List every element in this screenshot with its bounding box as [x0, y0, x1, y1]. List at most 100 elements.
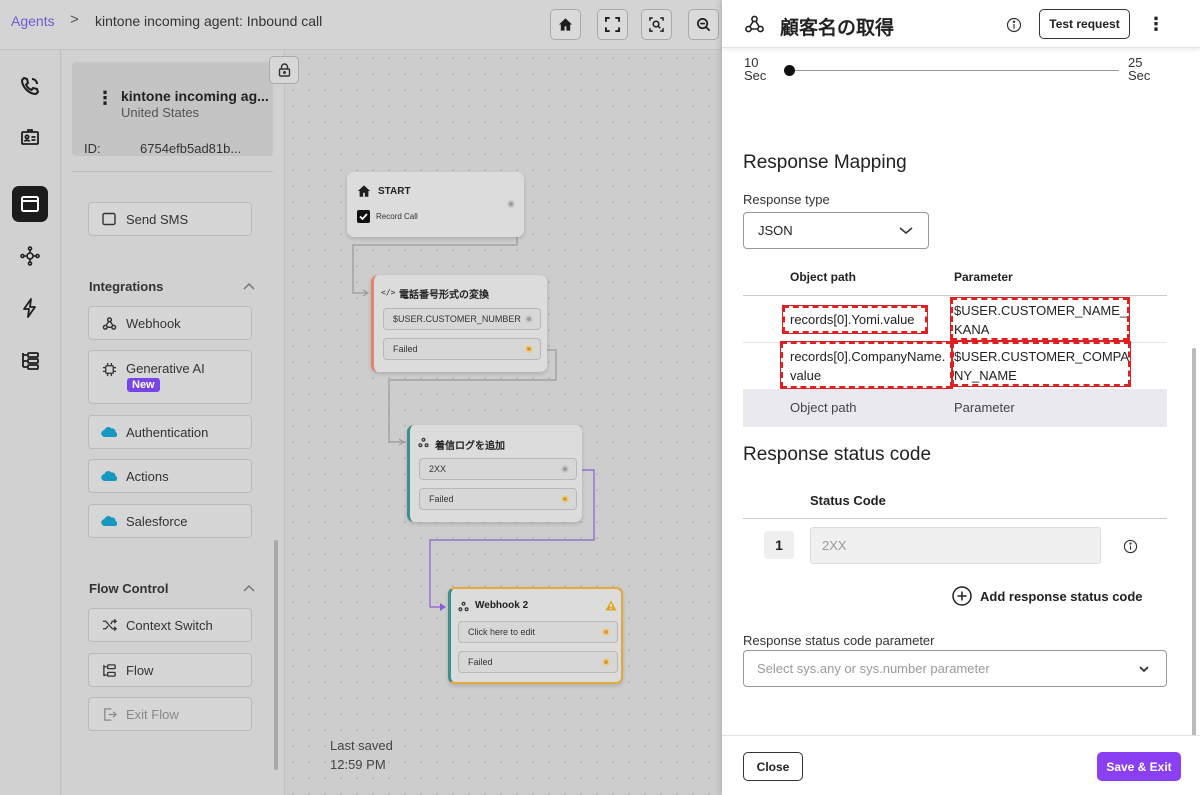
integrations-header: Integrations	[89, 279, 164, 294]
webhook-2-node[interactable]: Webhook 2 Click here to edit Failed	[448, 587, 623, 684]
response-type-value: JSON	[758, 223, 793, 238]
chip-icon	[101, 361, 117, 377]
chevron-up-icon[interactable]	[242, 581, 256, 595]
add-response-status-code-label: Add response status code	[980, 588, 1143, 604]
agent-menu-icon[interactable]: ⋮	[96, 89, 114, 107]
phone-format-node[interactable]: </> 電話番号形式の変換 $USER.CUSTOMER_NUMBER Fail…	[371, 275, 547, 372]
chevron-down-icon	[1139, 666, 1149, 672]
zoom-out-button[interactable]	[688, 9, 719, 40]
node-output-label: $USER.CUSTOMER_NUMBER	[393, 314, 521, 324]
network-icon	[20, 246, 40, 266]
start-node-title: START	[378, 186, 411, 197]
object-path-placeholder[interactable]: Object path	[790, 400, 857, 415]
response-type-select[interactable]: JSON	[743, 212, 929, 249]
generative-ai-label: Generative AI	[126, 361, 205, 376]
parameter-column-header: Parameter	[954, 270, 1013, 284]
node-palette-panel: ⋮ kintone incoming ag... United States I…	[62, 50, 285, 795]
output-port[interactable]	[602, 628, 610, 636]
send-sms-label: Send SMS	[126, 211, 189, 227]
agent-name: kintone incoming ag...	[121, 88, 269, 104]
node-failed-row[interactable]: Failed	[383, 338, 541, 360]
table-row[interactable]: records[0].Yomi.value $USER.CUSTOMER_NAM…	[743, 296, 1167, 343]
chevron-up-icon[interactable]	[242, 279, 256, 293]
breadcrumb-agents-link[interactable]: Agents	[11, 13, 55, 29]
agent-card[interactable]: ⋮ kintone incoming ag... United States I…	[72, 62, 273, 156]
send-sms-button[interactable]: Send SMS	[88, 202, 252, 236]
window-icon	[21, 196, 39, 212]
context-switch-button[interactable]: Context Switch	[88, 608, 252, 642]
actions-label: Actions	[126, 468, 169, 484]
timeout-slider-thumb[interactable]	[784, 65, 795, 76]
drawer-scrollbar[interactable]	[1192, 348, 1196, 738]
salesforce-cloud-icon	[101, 513, 117, 529]
test-request-button[interactable]: Test request	[1039, 9, 1130, 39]
actions-button[interactable]: Actions	[88, 459, 252, 493]
rail-integrations[interactable]	[12, 238, 48, 274]
output-port[interactable]	[602, 658, 610, 666]
output-port[interactable]	[507, 200, 515, 208]
fullscreen-button[interactable]	[597, 9, 628, 40]
add-call-log-node-title: 着信ログを追加	[435, 441, 505, 452]
mapping-table-header: Object path Parameter	[743, 258, 1167, 296]
generative-ai-button[interactable]: Generative AI New	[88, 350, 252, 404]
top-bar: Agents > kintone incoming agent: Inbound…	[0, 0, 722, 50]
agent-country: United States	[121, 105, 200, 120]
salesforce-cloud-icon	[101, 424, 117, 440]
timeout-slider-track[interactable]	[789, 70, 1119, 71]
node-output-row[interactable]: 2XX	[419, 458, 577, 480]
new-mapping-row[interactable]: Object path Parameter	[743, 389, 1167, 427]
output-port[interactable]	[525, 315, 533, 323]
output-port[interactable]	[561, 495, 569, 503]
table-row[interactable]: records[0].CompanyName. value $USER.CUST…	[743, 341, 1167, 390]
home-icon	[558, 18, 573, 31]
status-code-parameter-select[interactable]: Select sys.any or sys.number parameter	[743, 650, 1167, 687]
tree-list-icon	[22, 352, 39, 370]
output-port[interactable]	[525, 345, 533, 353]
output-port[interactable]	[561, 465, 569, 473]
rail-hierarchy[interactable]	[12, 342, 48, 378]
highlight-box	[780, 341, 953, 389]
panel-divider	[72, 171, 273, 172]
status-code-input[interactable]: 2XX	[810, 527, 1101, 564]
home-button[interactable]	[550, 9, 581, 40]
rail-calls[interactable]	[12, 68, 48, 104]
salesforce-button[interactable]: Salesforce	[88, 504, 252, 538]
authentication-button[interactable]: Authentication	[88, 415, 252, 449]
webhook-button[interactable]: Webhook	[88, 306, 252, 340]
rail-contacts[interactable]	[12, 119, 48, 155]
node-failed-row[interactable]: Failed	[458, 651, 618, 673]
node-failed-label: Failed	[468, 657, 493, 667]
webhook-icon	[458, 601, 469, 612]
add-call-log-node[interactable]: 着信ログを追加 2XX Failed	[407, 425, 582, 522]
webhook-2-node-title: Webhook 2	[475, 600, 529, 611]
node-output-row[interactable]: Click here to edit	[458, 621, 618, 643]
start-node[interactable]: START Record Call	[347, 172, 524, 237]
close-button[interactable]: Close	[743, 752, 803, 781]
save-and-exit-button[interactable]: Save & Exit	[1097, 752, 1181, 781]
node-output-row[interactable]: $USER.CUSTOMER_NUMBER	[383, 308, 541, 330]
exit-flow-label: Exit Flow	[126, 706, 179, 722]
phone-icon	[20, 76, 40, 96]
exit-flow-button[interactable]: Exit Flow	[88, 697, 252, 731]
fit-view-button[interactable]	[641, 9, 672, 40]
info-icon[interactable]	[1006, 17, 1022, 33]
more-options-icon[interactable]: ⋮	[1147, 14, 1165, 35]
warning-icon	[605, 600, 617, 611]
rail-actions[interactable]	[12, 290, 48, 326]
agent-id-value: 6754efb5ad81b...	[140, 141, 242, 156]
add-response-status-code-button[interactable]: Add response status code	[952, 586, 1143, 606]
node-failed-row[interactable]: Failed	[419, 488, 577, 510]
response-mapping-heading: Response Mapping	[743, 152, 907, 173]
shuffle-icon	[101, 617, 117, 633]
info-icon[interactable]	[1123, 539, 1138, 554]
node-failed-label: Failed	[393, 344, 418, 354]
highlight-box	[950, 297, 1130, 341]
flow-button[interactable]: Flow	[88, 653, 252, 687]
parameter-placeholder[interactable]: Parameter	[954, 400, 1015, 415]
response-type-label: Response type	[743, 192, 830, 207]
checkbox-checked-icon[interactable]	[357, 210, 370, 223]
status-code-parameter-placeholder: Select sys.any or sys.number parameter	[757, 661, 990, 676]
status-code-parameter-label: Response status code parameter	[743, 633, 935, 648]
panel-scrollbar[interactable]	[274, 540, 278, 770]
rail-flow-editor[interactable]	[12, 186, 48, 222]
